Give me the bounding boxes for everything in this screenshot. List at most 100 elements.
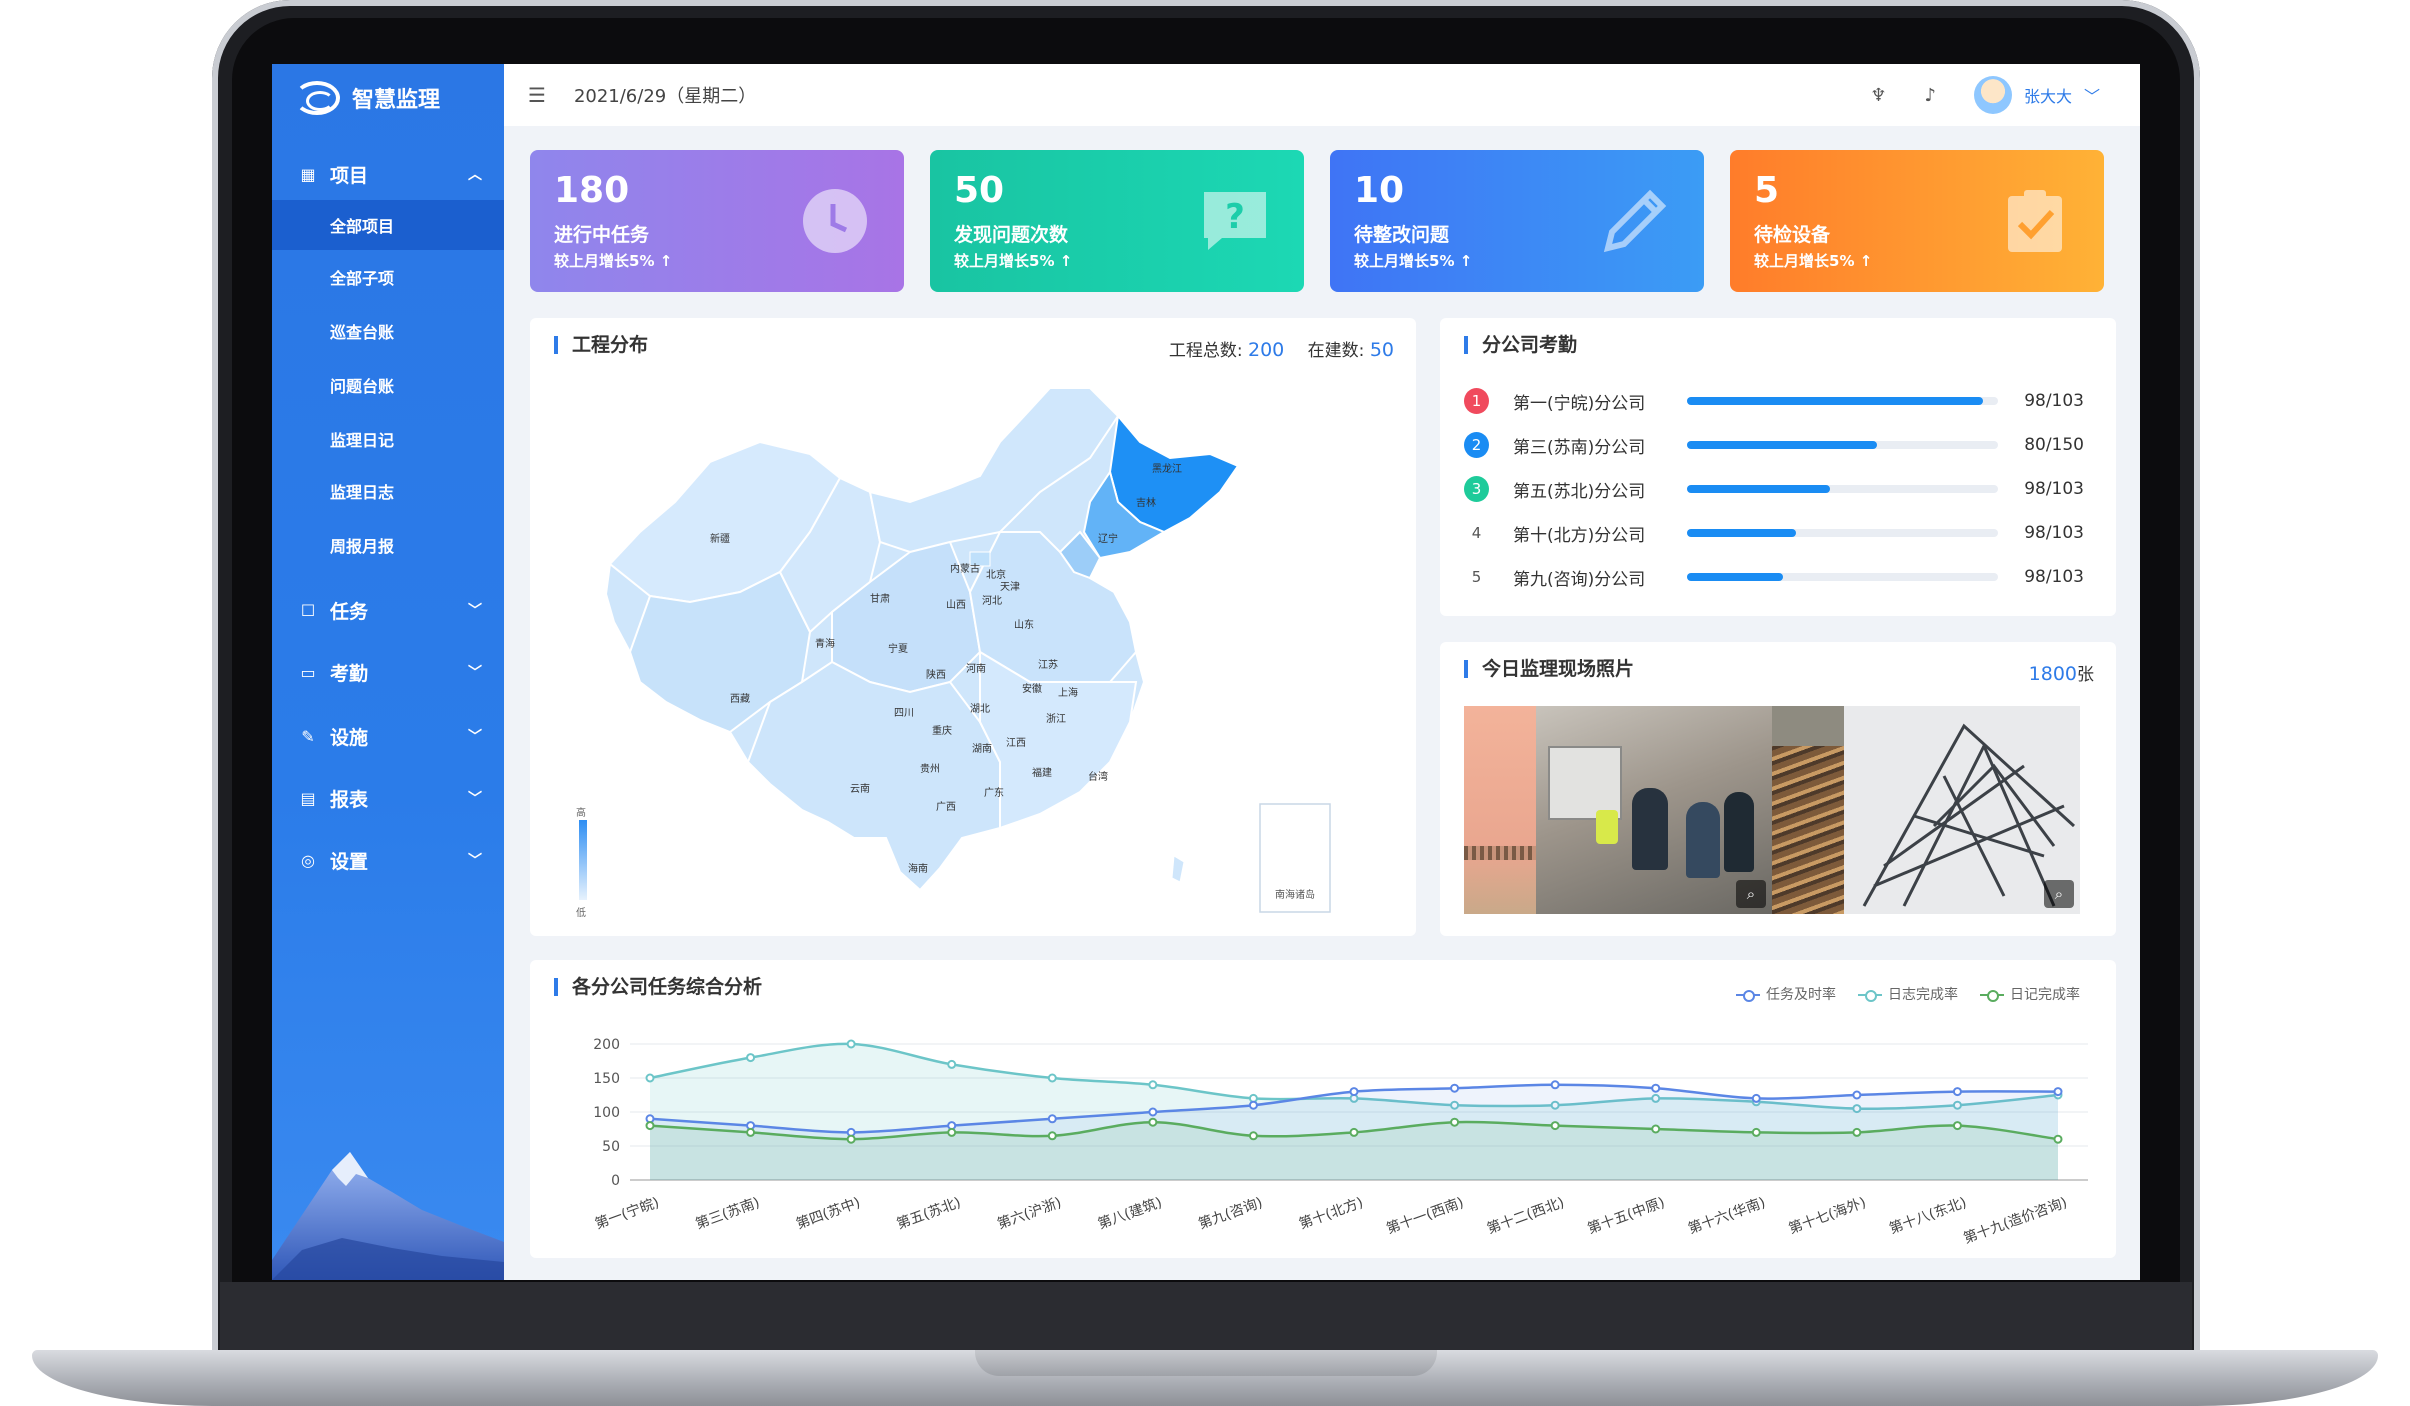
sidebar-item-all-projects[interactable]: 全部项目 xyxy=(272,200,504,250)
china-map[interactable]: 南海诸岛 新疆 西藏 青海 甘肃 内蒙古 宁夏 陕西 山西 河北 北京 天津 山… xyxy=(570,382,1370,922)
x-tick-label: 第八(建筑) xyxy=(1096,1194,1165,1233)
nav-group-label: 任务 xyxy=(330,600,369,623)
attendance-value: 98/103 xyxy=(2024,479,2084,499)
attendance-bar-fill xyxy=(1686,441,1877,449)
panel-title: 分公司考勤 xyxy=(1464,336,1577,355)
sidebar: 智慧监理 ▦ 项目 ︿ 全部项目 全部子项 巡查台账 问题台账 监理日记 监理日… xyxy=(272,64,504,1280)
skin-shirt-icon[interactable]: ♆ xyxy=(1870,85,1886,106)
nav-group-project[interactable]: ▦ 项目 ︿ xyxy=(272,154,504,194)
nav-group-task[interactable]: ☐ 任务 ﹀ xyxy=(272,590,504,630)
avatar xyxy=(1973,76,2012,114)
stat-value: 180 xyxy=(554,170,630,211)
stat-card-devices-to-check[interactable]: 5 待检设备 较上月增长5% ↑ xyxy=(1730,150,2104,292)
sidebar-item-patrol-ledger[interactable]: 巡查台账 xyxy=(272,306,504,356)
data-point xyxy=(1047,1131,1057,1141)
zoom-in-icon[interactable]: ⌕ xyxy=(2044,880,2074,908)
nav-group-settings[interactable]: ◎ 设置 ﹀ xyxy=(272,840,504,880)
stat-card-tasks[interactable]: 180 进行中任务 较上月增长5% ↑ xyxy=(530,150,904,292)
legend-low-label: 低 xyxy=(576,908,586,919)
sidebar-item-all-subitems[interactable]: 全部子项 xyxy=(272,252,504,302)
map-region-label: 辽宁 xyxy=(1098,532,1118,545)
map-region-label: 贵州 xyxy=(920,762,940,775)
user-menu[interactable]: 张大大 ﹀ xyxy=(1973,76,2100,114)
site-photo[interactable]: ⌕ xyxy=(1844,706,2080,914)
sidebar-item-issue-ledger[interactable]: 问题台账 xyxy=(272,360,504,410)
attendance-value: 98/103 xyxy=(2024,523,2084,543)
rank-badge: 1 xyxy=(1464,388,1489,414)
nav-group-facility[interactable]: ✎ 设施 ﹀ xyxy=(272,716,504,756)
panel-title: 工程分布 xyxy=(554,336,648,355)
attendance-row: 3 第五(苏北)分公司 98/103 xyxy=(1464,474,2084,504)
chevron-down-icon: ﹀ xyxy=(468,729,482,745)
y-tick-label: 200 xyxy=(593,1037,620,1053)
stat-label: 发现问题次数 xyxy=(954,224,1069,246)
map-region-label: 新疆 xyxy=(710,532,730,545)
project-distribution-panel: 工程分布 工程总数: 200 在建数: 50 南海诸岛 新疆 西藏 青海 甘肃 … xyxy=(530,318,1416,936)
attendance-row: 5 第九(咨询)分公司 98/103 xyxy=(1464,562,2084,592)
zoom-in-icon[interactable]: ⌕ xyxy=(1736,880,1766,908)
x-tick-label: 第九(咨询) xyxy=(1196,1194,1265,1233)
map-region-label: 江苏 xyxy=(1038,658,1058,671)
rank-badge: 3 xyxy=(1464,476,1489,502)
clock-icon xyxy=(803,189,867,253)
branch-name: 第三(苏南)分公司 xyxy=(1513,437,1646,458)
data-point xyxy=(1450,1083,1460,1093)
nav-group-label: 设施 xyxy=(330,726,369,749)
data-point xyxy=(1349,1127,1359,1137)
site-photo[interactable] xyxy=(1772,706,1844,914)
data-point xyxy=(1952,1087,1962,1097)
settings-icon: ◎ xyxy=(301,850,315,870)
app-screen: 智慧监理 ▦ 项目 ︿ 全部项目 全部子项 巡查台账 问题台账 监理日记 监理日… xyxy=(272,64,2140,1280)
rank-badge: 4 xyxy=(1471,524,1482,542)
sidebar-item-supervision-diary[interactable]: 监理日记 xyxy=(272,414,504,464)
map-region-label: 河北 xyxy=(982,595,1002,607)
attendance-value: 98/103 xyxy=(2024,391,2084,411)
nav-item-label: 全部项目 xyxy=(330,217,395,236)
nav-item-label: 周报月报 xyxy=(330,537,395,556)
attendance-value: 98/103 xyxy=(2024,567,2084,587)
x-tick-label: 第十一(西南) xyxy=(1384,1194,1466,1238)
panel-title: 今日监理现场照片 xyxy=(1464,660,1634,679)
sidebar-item-supervision-log[interactable]: 监理日志 xyxy=(272,466,504,516)
data-point xyxy=(1751,1093,1761,1103)
stat-label: 待检设备 xyxy=(1754,224,1831,246)
x-tick-label: 第十七(海外) xyxy=(1786,1194,1868,1238)
site-photo[interactable]: ⌕ xyxy=(1536,706,1772,914)
calendar-icon: ▭ xyxy=(300,662,316,682)
top-header: ☰ 2021/6/29（星期二） ♆ ♪ 张大大 ﹀ xyxy=(504,64,2140,126)
stat-value: 50 xyxy=(954,170,1005,211)
stat-card-issues-found[interactable]: 50 发现问题次数 较上月增长5% ↑ ? xyxy=(930,150,1304,292)
stat-label: 待整改问题 xyxy=(1354,224,1450,246)
bell-icon[interactable]: ♪ xyxy=(1924,85,1936,106)
wrench-icon: ✎ xyxy=(301,726,315,746)
x-tick-label: 第五(苏北) xyxy=(894,1194,963,1233)
nav-item-label: 全部子项 xyxy=(330,269,395,288)
x-tick-label: 第三(苏南) xyxy=(693,1194,762,1233)
nav-group-attendance[interactable]: ▭ 考勤 ﹀ xyxy=(272,652,504,692)
data-point xyxy=(1248,1131,1258,1141)
x-tick-label: 第十九(造价咨询) xyxy=(1961,1194,2069,1247)
app-logo[interactable]: 智慧监理 xyxy=(294,78,440,118)
nav-group-label: 报表 xyxy=(330,788,369,811)
rank-badge: 5 xyxy=(1471,568,1482,586)
sidebar-item-reports[interactable]: 周报月报 xyxy=(272,520,504,570)
nav-group-report[interactable]: ▤ 报表 ﹀ xyxy=(272,778,504,818)
map-region-label: 南海诸岛 xyxy=(1275,888,1315,901)
x-tick-label: 第十六(华南) xyxy=(1686,1194,1768,1238)
stat-trend: 较上月增长5% ↑ xyxy=(1754,252,1873,270)
branch-name: 第五(苏北)分公司 xyxy=(1513,481,1646,502)
site-photo[interactable] xyxy=(1464,706,1536,914)
map-region-label: 山西 xyxy=(946,599,966,611)
data-point xyxy=(947,1127,957,1137)
map-region-label: 宁夏 xyxy=(888,642,908,655)
attendance-bar xyxy=(1686,485,1999,493)
map-region-label: 上海 xyxy=(1058,686,1078,699)
x-tick-label: 第十五(中原) xyxy=(1585,1194,1667,1238)
menu-toggle-icon[interactable]: ☰ xyxy=(528,83,546,107)
stat-trend: 较上月增长5% ↑ xyxy=(954,252,1073,270)
attendance-bar xyxy=(1686,397,1999,405)
stat-card-pending-fixes[interactable]: 10 待整改问题 较上月增长5% ↑ xyxy=(1330,150,1704,292)
photo-count: 1800张 xyxy=(2029,660,2094,685)
report-icon: ▤ xyxy=(300,788,316,808)
data-point xyxy=(1651,1083,1661,1093)
